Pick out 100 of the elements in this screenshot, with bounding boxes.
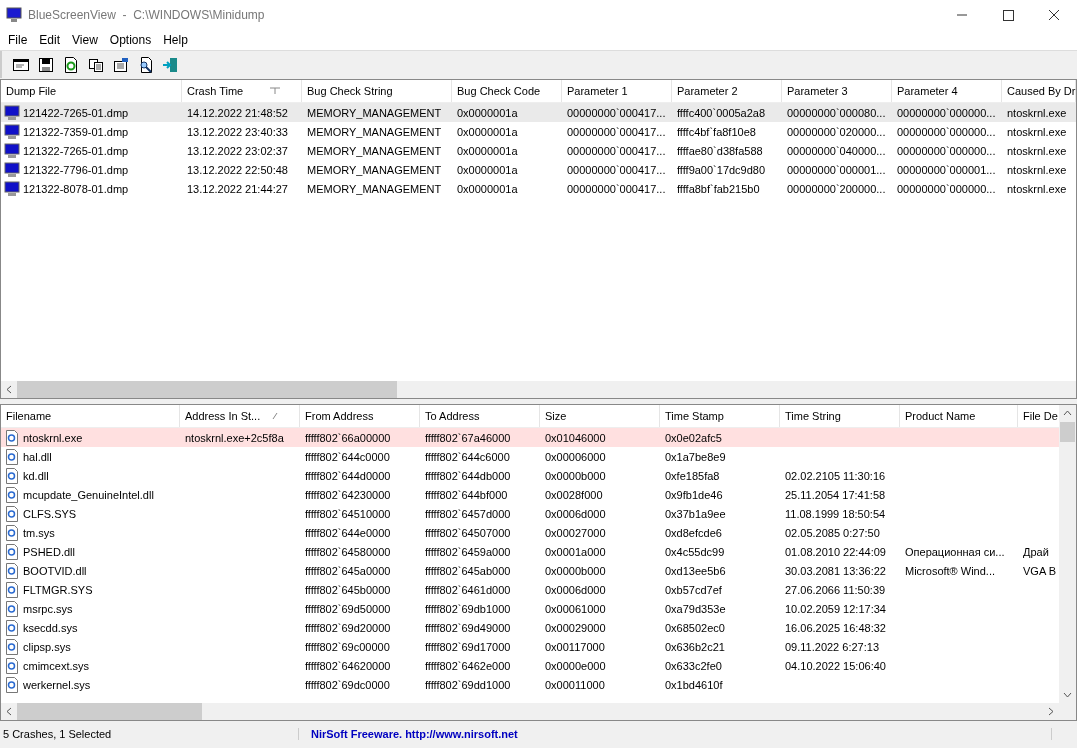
table-cell: 0x00011000 <box>545 678 605 691</box>
file-gear-icon <box>4 581 20 598</box>
table-cell: fffff802`69dc0000 <box>305 678 390 691</box>
table-row[interactable]: werkernel.sys fffff802`69dc0000 fffff802`69dd1000 0x00011000 0x1bd4610f <box>1 675 1059 694</box>
table-row[interactable]: 121322-7796-01.dmp 13.12.2022 22:50:48 MEMORY_MANAGEMENT 0x0000001a 00000000`000417... ffff9a00`17dc9d80 00000000`000001... 00000000`000001... ntoskrnl.exe <box>1 160 1076 179</box>
exit-icon[interactable] <box>162 55 180 74</box>
refresh-icon[interactable] <box>62 55 80 74</box>
column-header[interactable]: Parameter 3 <box>782 80 892 102</box>
column-header[interactable]: Crash Time <box>182 80 302 102</box>
table-row[interactable]: CLFS.SYS fffff802`64510000 fffff802`6457d000 0x0006d000 0x37b1a9ee 11.08.1999 18:50:54 <box>1 504 1059 523</box>
column-header[interactable]: Bug Check Code <box>452 80 562 102</box>
table-cell: fffff802`69c00000 <box>305 640 390 653</box>
table-cell: fffff802`69d20000 <box>305 621 391 634</box>
table-cell: 0x0e02afc5 <box>665 431 722 444</box>
table-cell: fffff802`644e0000 <box>305 526 391 539</box>
column-header[interactable]: Product Name <box>900 405 1018 427</box>
column-header[interactable]: Time Stamp <box>660 405 780 427</box>
menu-item[interactable]: Options <box>103 33 158 47</box>
table-row[interactable]: 121322-7265-01.dmp 13.12.2022 23:02:37 MEMORY_MANAGEMENT 0x0000001a 00000000`000417... ffffae80`d38fa588 00000000`040000... 00000000`000000... ntoskrnl.exe <box>1 141 1076 160</box>
table-cell: ntoskrnl.exe <box>1007 163 1067 176</box>
table-row[interactable]: BOOTVID.dll fffff802`645a0000 fffff802`645ab000 0x0000b000 0xd13ee5b6 30.03.2081 13:36:22 Microsoft® Wind... VGA B <box>1 561 1059 580</box>
column-header[interactable]: Bug Check String <box>302 80 452 102</box>
table-cell: fffff802`69db1000 <box>425 602 511 615</box>
column-header[interactable]: Parameter 2 <box>672 80 782 102</box>
table-cell: VGA B <box>1023 564 1057 577</box>
table-row[interactable]: msrpc.sys fffff802`69d50000 fffff802`69db1000 0x00061000 0xa79d353e 10.02.2059 12:17:34 <box>1 599 1059 618</box>
table-row[interactable]: hal.dll fffff802`644c0000 fffff802`644c6000 0x00006000 0x1a7be8e9 <box>1 447 1059 466</box>
table-row[interactable]: cmimcext.sys fffff802`64620000 fffff802`6462e000 0x0000e000 0x633c2fe0 04.10.2022 15:06:40 <box>1 656 1059 675</box>
table-cell: PSHED.dll <box>23 545 75 558</box>
table-row[interactable]: tm.sys fffff802`644e0000 fffff802`64507000 0x00027000 0xd8efcde6 02.05.2085 0:27:50 <box>1 523 1059 542</box>
table-cell: fffff802`66a00000 <box>305 431 391 444</box>
scrollbar-thumb[interactable] <box>1060 422 1075 442</box>
table-row[interactable]: 121422-7265-01.dmp 14.12.2022 21:48:52 MEMORY_MANAGEMENT 0x0000001a 00000000`000417... ffffc400`0005a2a8 00000000`000080... 00000000`000000... ntoskrnl.exe <box>1 103 1076 122</box>
table-cell: 01.08.2010 22:44:09 <box>785 545 886 558</box>
menu-item[interactable]: Edit <box>33 33 67 47</box>
table-cell: fffff802`644bf000 <box>425 488 508 501</box>
table-row[interactable]: mcupdate_GenuineIntel.dll fffff802`64230000 fffff802`644bf000 0x0028f000 0x9fb1de46 25.11.2054 17:41:58 <box>1 485 1059 504</box>
table-row[interactable]: FLTMGR.SYS fffff802`645b0000 fffff802`6461d000 0x0006d000 0xb57cd7ef 27.06.2066 11:50:39 <box>1 580 1059 599</box>
column-header[interactable]: Caused By Dr <box>1002 80 1076 102</box>
table-cell: fffff802`6459a000 <box>425 545 511 558</box>
table-row[interactable]: kd.dll fffff802`644d0000 fffff802`644db000 0x0000b000 0xfe185fa8 02.02.2105 11:30:16 <box>1 466 1059 485</box>
table-cell: 0x68502ec0 <box>665 621 725 634</box>
column-header[interactable]: From Address <box>300 405 420 427</box>
table-cell: ffffc400`0005a2a8 <box>677 106 766 119</box>
column-header[interactable]: Parameter 1 <box>562 80 672 102</box>
website-link[interactable]: NirSoft Freeware. http://www.nirsoft.net <box>299 728 1052 740</box>
scrollbar-thumb[interactable] <box>17 703 202 720</box>
table-cell: Microsoft® Wind... <box>905 564 995 577</box>
column-header[interactable]: Time String <box>780 405 900 427</box>
monitor-icon <box>4 104 20 121</box>
table-row[interactable]: ksecdd.sys fffff802`69d20000 fffff802`69d49000 0x00029000 0x68502ec0 16.06.2025 16:48:32 <box>1 618 1059 637</box>
find-icon[interactable] <box>137 55 155 74</box>
column-header[interactable]: Dump File <box>1 80 182 102</box>
table-cell: 00000000`020000... <box>787 125 886 138</box>
table-cell: 0x0000b000 <box>545 469 606 482</box>
table-cell: 0xa79d353e <box>665 602 726 615</box>
table-cell: ntoskrnl.exe <box>1007 144 1067 157</box>
menu-item[interactable]: File <box>2 33 34 47</box>
table-cell: fffff802`69dd1000 <box>425 678 511 691</box>
table-cell: fffff802`64507000 <box>425 526 511 539</box>
table-row[interactable]: 121322-7359-01.dmp 13.12.2022 23:40:33 MEMORY_MANAGEMENT 0x0000001a 00000000`000417... ffffc4bf`fa8f10e8 00000000`020000... 00000000`000000... ntoskrnl.exe <box>1 122 1076 141</box>
table-row[interactable]: ntoskrnl.exe ntoskrnl.exe+2c5f8a fffff802`66a00000 fffff802`67a46000 0x01046000 0x0e02afc5 <box>1 428 1059 447</box>
column-header[interactable]: Parameter 4 <box>892 80 1002 102</box>
table-row[interactable]: 121322-8078-01.dmp 13.12.2022 21:44:27 MEMORY_MANAGEMENT 0x0000001a 00000000`000417... ffffa8bf`fab215b0 00000000`200000... 00000000`000000... ntoskrnl.exe <box>1 179 1076 198</box>
table-cell: 00000000`000000... <box>897 144 996 157</box>
table-cell: 30.03.2081 13:36:22 <box>785 564 886 577</box>
table-cell: 0x01046000 <box>545 431 606 444</box>
table-cell: 10.02.2059 12:17:34 <box>785 602 886 615</box>
save-icon[interactable] <box>37 55 55 74</box>
table-cell: fffff802`6457d000 <box>425 507 511 520</box>
table-cell: 0x0000001a <box>457 163 518 176</box>
column-header[interactable]: Filename <box>1 405 180 427</box>
table-cell: 0x0006d000 <box>545 507 606 520</box>
table-cell: 0x633c2fe0 <box>665 659 722 672</box>
table-cell: 0x4c55dc99 <box>665 545 725 558</box>
table-cell: fffff802`69d49000 <box>425 621 511 634</box>
table-cell: 0xd13ee5b6 <box>665 564 726 577</box>
table-cell: 04.10.2022 15:06:40 <box>785 659 886 672</box>
table-row[interactable]: clipsp.sys fffff802`69c00000 fffff802`69d17000 0x00117000 0x636b2c21 09.11.2022 6:27:13 <box>1 637 1059 656</box>
column-header[interactable]: To Address <box>420 405 540 427</box>
status-text: 5 Crashes, 1 Selected <box>0 728 299 740</box>
menu-item[interactable]: Help <box>157 33 194 47</box>
monitor-icon <box>4 123 20 140</box>
scrollbar-thumb[interactable] <box>17 381 397 398</box>
table-cell: 0x0000e000 <box>545 659 606 672</box>
table-cell: fffff802`644d0000 <box>305 469 391 482</box>
table-cell: 11.08.1999 18:50:54 <box>785 507 886 520</box>
table-cell: 27.06.2066 11:50:39 <box>785 583 886 596</box>
table-cell: ffffc4bf`fa8f10e8 <box>677 125 756 138</box>
table-row[interactable]: PSHED.dll fffff802`64580000 fffff802`6459a000 0x0001a000 0x4c55dc99 01.08.2010 22:44:09 Операционная си... Драй <box>1 542 1059 561</box>
table-cell: 02.02.2105 11:30:16 <box>785 469 886 482</box>
menu-item[interactable]: View <box>66 33 104 47</box>
options-icon[interactable] <box>112 55 130 74</box>
column-header[interactable]: Address In St... <box>180 405 300 427</box>
file-gear-icon <box>4 657 20 674</box>
table-cell: 0x00061000 <box>545 602 606 615</box>
column-header[interactable]: Size <box>540 405 660 427</box>
table-cell: 13.12.2022 21:44:27 <box>187 182 288 195</box>
table-cell: 00000000`000417... <box>567 163 666 176</box>
table-cell: 13.12.2022 23:40:33 <box>187 125 288 138</box>
